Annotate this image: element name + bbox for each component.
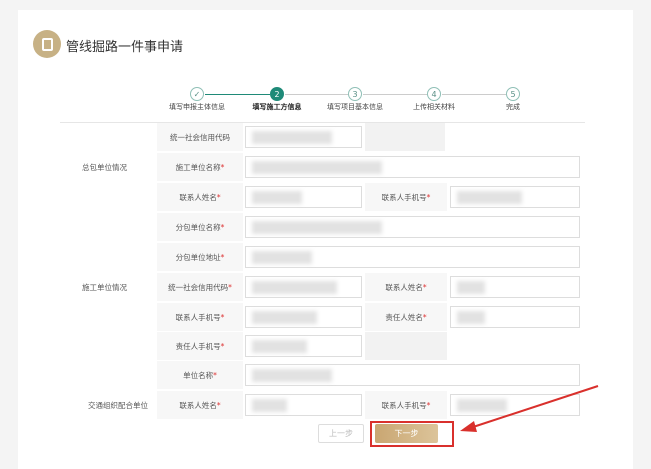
arrow-annotation-icon bbox=[460, 385, 599, 432]
